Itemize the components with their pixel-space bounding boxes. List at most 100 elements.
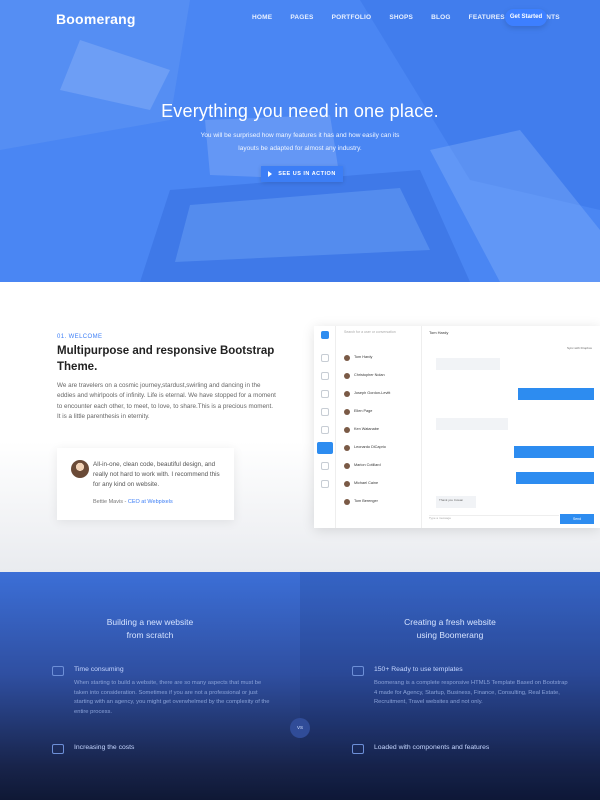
mockup-chat-panel: Tom Hardy Thank you Cowan Sync with Drop… bbox=[422, 326, 600, 528]
feature-title: 150+ Ready to use templates bbox=[374, 666, 463, 673]
features-left-heading-line1: Building a new website bbox=[106, 617, 194, 627]
author-role[interactable]: CEO at Webpixels bbox=[128, 499, 173, 505]
feature-item: Loaded with components and features bbox=[352, 744, 572, 784]
feature-item: 150+ Ready to use templates Boomerang is… bbox=[352, 666, 572, 726]
testimonial-card: All-in-one, clean code, beautiful design… bbox=[57, 448, 234, 520]
avatar bbox=[71, 460, 89, 478]
author-name: Bettie Mavis bbox=[93, 499, 123, 505]
chat-bubble bbox=[514, 446, 594, 458]
contact-name: Ken Watanabe bbox=[354, 427, 379, 431]
mockup-message-input: Type a message bbox=[429, 515, 559, 523]
features-right-heading-line2: using Boomerang bbox=[416, 630, 484, 640]
nav-link-blog[interactable]: BLOG bbox=[431, 14, 451, 21]
testimonial-author: Bettie Mavis - CEO at Webpixels bbox=[93, 499, 173, 505]
list-item: Ken Watanabe bbox=[344, 426, 418, 436]
mockup-search: Search for a user or conversation bbox=[344, 330, 396, 334]
chart-icon bbox=[321, 462, 329, 470]
avatar bbox=[344, 427, 350, 433]
mockup-logo-icon bbox=[321, 331, 329, 339]
features-left-heading-line2: from scratch bbox=[126, 630, 174, 640]
feature-title: Loaded with components and features bbox=[374, 744, 490, 751]
contact-name: Leonardo DiCaprio bbox=[354, 445, 386, 449]
vs-badge: VS bbox=[290, 718, 310, 738]
get-started-button[interactable]: Get Started bbox=[505, 9, 547, 26]
nav-link-home[interactable]: HOME bbox=[252, 14, 272, 21]
settings-icon bbox=[321, 426, 329, 434]
star-icon bbox=[321, 408, 329, 416]
list-item: Michael Caine bbox=[344, 480, 418, 490]
mockup-sidebar bbox=[314, 326, 336, 528]
feature-text: Boomerang is a complete responsive HTML5… bbox=[374, 680, 568, 705]
mockup-contact-list: Search for a user or conversation Tom Ha… bbox=[336, 326, 422, 528]
top-navbar: Boomerang HOME PAGES PORTFOLIO SHOPS BLO… bbox=[0, 8, 600, 30]
list-item: Leonardo DiCaprio bbox=[344, 444, 418, 454]
avatar bbox=[344, 481, 350, 487]
nav-link-portfolio[interactable]: PORTFOLIO bbox=[332, 14, 372, 21]
features-comparison-section: Building a new website from scratch Time… bbox=[0, 572, 600, 800]
avatar bbox=[344, 463, 350, 469]
list-item: Joseph Gordon-Levitt bbox=[344, 390, 418, 400]
see-us-in-action-button[interactable]: SEE US IN ACTION bbox=[261, 166, 343, 182]
nav-link-shops[interactable]: SHOPS bbox=[389, 14, 413, 21]
clock-icon bbox=[52, 666, 64, 676]
app-mockup: Search for a user or conversation Tom Ha… bbox=[314, 326, 600, 528]
nav-link-features[interactable]: FEATURES bbox=[469, 14, 505, 21]
list-item: Tom Hardy bbox=[344, 354, 418, 364]
chat-icon bbox=[317, 442, 333, 454]
contact-name: Michael Caine bbox=[354, 481, 379, 485]
contact-name: Joseph Gordon-Levitt bbox=[354, 391, 391, 395]
avatar bbox=[344, 391, 350, 397]
avatar bbox=[344, 355, 350, 361]
list-item: Marion Cotillard bbox=[344, 462, 418, 472]
brand-logo[interactable]: Boomerang bbox=[56, 11, 136, 27]
chat-bubble bbox=[436, 418, 508, 430]
features-right-heading: Creating a fresh website using Boomerang bbox=[300, 616, 600, 642]
welcome-section: 01. WELCOME Multipurpose and responsive … bbox=[0, 282, 600, 572]
section-title: Multipurpose and responsive Bootstrap Th… bbox=[57, 345, 275, 373]
nav-link-pages[interactable]: PAGES bbox=[290, 14, 313, 21]
avatar bbox=[344, 445, 350, 451]
sync-dropbox-label: Sync with Dropbox bbox=[566, 346, 592, 350]
see-us-in-action-label: SEE US IN ACTION bbox=[278, 171, 336, 177]
chat-bubble bbox=[436, 358, 500, 370]
section-kicker: 01. WELCOME bbox=[57, 334, 103, 340]
hero-section: Boomerang HOME PAGES PORTFOLIO SHOPS BLO… bbox=[0, 0, 600, 282]
contact-name: Marion Cotillard bbox=[354, 463, 381, 467]
components-icon bbox=[352, 744, 364, 754]
section-description: We are travelers on a cosmic journey,sta… bbox=[57, 382, 276, 421]
hero-subtitle: You will be surprised how many features … bbox=[200, 132, 400, 152]
list-item: Christopher Nolan bbox=[344, 372, 418, 382]
avatar bbox=[344, 409, 350, 415]
contact-name: Ellen Page bbox=[354, 409, 373, 413]
clock-icon bbox=[321, 372, 329, 380]
feature-text: When starting to build a website, there … bbox=[74, 680, 270, 715]
list-item: Tom Berenger bbox=[344, 498, 418, 508]
user-icon bbox=[321, 390, 329, 398]
feature-title: Time consuming bbox=[74, 666, 124, 673]
features-right-column: Creating a fresh website using Boomerang… bbox=[300, 572, 600, 800]
feature-item: Time consuming When starting to build a … bbox=[52, 666, 272, 726]
contact-name: Tom Hardy bbox=[354, 355, 373, 359]
testimonial-text: All-in-one, clean code, beautiful design… bbox=[93, 461, 220, 488]
hero-title: Everything you need in one place. bbox=[161, 101, 439, 121]
avatar bbox=[344, 499, 350, 505]
star-icon bbox=[321, 354, 329, 362]
mockup-chat-contact: Tom Hardy bbox=[429, 330, 449, 335]
chat-bubble: Thank you Cowan bbox=[436, 496, 476, 508]
feature-item: Increasing the costs bbox=[52, 744, 272, 784]
features-left-column: Building a new website from scratch Time… bbox=[0, 572, 300, 800]
list-item: Ellen Page bbox=[344, 408, 418, 418]
download-icon bbox=[321, 480, 329, 488]
feature-title: Increasing the costs bbox=[74, 744, 135, 751]
play-icon bbox=[268, 170, 273, 177]
chat-bubble bbox=[516, 472, 594, 484]
mockup-send-button: Send bbox=[560, 514, 594, 524]
chat-bubble bbox=[518, 388, 594, 400]
features-right-heading-line1: Creating a fresh website bbox=[404, 617, 496, 627]
contact-name: Tom Berenger bbox=[354, 499, 378, 503]
chart-icon bbox=[52, 744, 64, 754]
contact-name: Christopher Nolan bbox=[354, 373, 385, 377]
features-left-heading: Building a new website from scratch bbox=[0, 616, 300, 642]
template-icon bbox=[352, 666, 364, 676]
avatar bbox=[344, 373, 350, 379]
